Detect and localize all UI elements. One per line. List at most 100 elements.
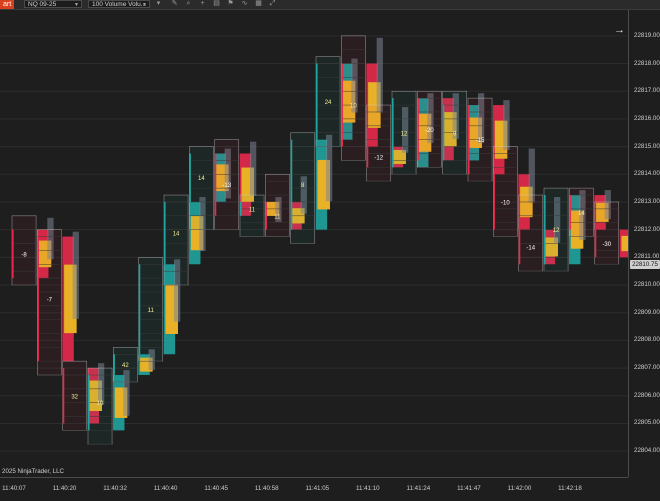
time-label: 11:40:20 (52, 485, 77, 492)
time-label: 11:41:10 (355, 485, 380, 492)
properties-icon[interactable]: ▤ (212, 0, 221, 8)
neutral-volume-column (376, 37, 383, 113)
price-label: 22808.00 (634, 336, 660, 344)
search-icon[interactable]: ⌕ (184, 0, 193, 8)
candle-body-line (468, 105, 470, 175)
candlestick-chart: -8-7321042111414-13111182410-1212-209-15… (0, 35, 637, 452)
delta-label: -20 (425, 128, 434, 134)
bar-type-dropdown-icon[interactable]: ▾ (154, 0, 163, 8)
candle-body-line (214, 153, 217, 216)
fullscreen-icon[interactable]: ⤢ (268, 0, 277, 8)
price-label: 22812.00 (634, 225, 660, 233)
indicator-icon[interactable]: ∿ (240, 0, 249, 8)
drawing-icon[interactable]: ✎ (170, 0, 179, 8)
time-label: 11:42:18 (558, 485, 582, 492)
price-label: 22806.00 (634, 391, 660, 399)
template-icon[interactable]: ▦ (254, 0, 263, 8)
candle-body-line (12, 229, 14, 279)
bar-type-selector[interactable]: 100 Volume Volu... ▼ (88, 0, 150, 8)
delta-label: -30 (602, 242, 611, 248)
price-label: 22804.00 (634, 447, 660, 455)
strategy-icon[interactable]: ⚑ (226, 0, 235, 8)
chart-tab[interactable]: art (0, 0, 15, 9)
price-label: 22819.00 (634, 31, 660, 39)
instrument-selector[interactable]: NQ 09-25 ▼ (24, 0, 82, 8)
footprint-box (366, 104, 392, 182)
copyright-text: 2025 NinjaTrader, LLC (2, 468, 65, 475)
price-label: 22810.00 (634, 281, 660, 289)
delta-label: 14 (173, 232, 180, 238)
candle-body-line (164, 201, 166, 265)
crosshair-icon[interactable]: + (198, 0, 207, 8)
delta-label: 24 (325, 100, 332, 106)
candle-body-line (341, 63, 343, 147)
delta-label: -7 (47, 297, 53, 303)
time-label: 11:40:45 (204, 485, 228, 492)
price-label: 22818.00 (634, 59, 660, 67)
time-label: 11:40:32 (103, 485, 127, 492)
current-price-marker: 22810.75 (630, 259, 660, 269)
time-axis[interactable]: 11:40:07 11:40:20 11:40:32 11:40:40 11:40:45… (0, 477, 628, 501)
time-label: 11:42:00 (507, 485, 532, 492)
candle-body-line (392, 98, 394, 168)
footprint-box (341, 35, 366, 161)
price-label: 22813.00 (634, 197, 660, 205)
candle-body-line (138, 264, 141, 355)
candle-body-line (37, 236, 39, 362)
candle-body-line (290, 139, 293, 230)
delta-label: 11 (148, 308, 155, 314)
candle-body-line (189, 153, 191, 202)
candle-body-line (569, 195, 571, 230)
chart-toolbar: art NQ 09-25 ▼ 100 Volume Volu... ▼ ▾ ✎ … (0, 0, 660, 10)
time-label: 11:41:47 (457, 485, 481, 492)
delta-label: 14 (198, 176, 205, 182)
footprint-box (163, 194, 189, 286)
candle-body-line (62, 368, 65, 424)
chart-canvas[interactable]: -8 -7 32 10 42 11 14 14 -13 11 11 8 24 10 -12 12 -20 9 -15… (0, 10, 637, 477)
candle-body-line (518, 229, 521, 265)
candle-body-line (113, 354, 115, 376)
delta-label: 14 (578, 211, 585, 217)
scroll-right-icon[interactable]: → (614, 24, 625, 36)
instrument-label: NQ 09-25 (28, 1, 57, 8)
footprint-box (518, 194, 544, 272)
price-label: 22817.00 (634, 87, 660, 95)
candle-body-line (493, 174, 495, 230)
candle-body-line (240, 201, 242, 216)
price-label: 22814.00 (634, 170, 660, 178)
time-label: 11:40:40 (153, 485, 178, 492)
bar-type-label: 100 Volume Volu... (92, 1, 147, 8)
delta-label: -13 (222, 183, 231, 189)
chevron-down-icon: ▼ (142, 2, 147, 8)
neutral-volume-column (503, 100, 510, 150)
delta-label: 11 (249, 207, 256, 213)
footprint-box (265, 173, 290, 237)
footprint-box (594, 201, 620, 265)
delta-label: 12 (553, 228, 560, 234)
delta-label: 10 (97, 401, 104, 407)
candle-body-line (544, 195, 546, 265)
neutral-volume-column (528, 148, 535, 203)
candle-body-line (366, 146, 369, 168)
price-label: 22807.00 (634, 364, 660, 372)
footprint-box (493, 146, 518, 237)
price-label: 22809.00 (634, 308, 660, 316)
delta-label: 42 (122, 363, 129, 369)
time-label: 11:41:05 (305, 485, 330, 492)
price-axis[interactable]: 22819.00 22818.00 22817.00 22816.00 22815.00… (628, 10, 660, 477)
delta-label: 11 (274, 214, 281, 220)
delta-label: 10 (350, 104, 357, 110)
neutral-volume-column (72, 231, 79, 319)
delta-label: -12 (374, 155, 383, 161)
footprint-box (239, 194, 265, 237)
price-label: 22805.00 (634, 419, 660, 427)
footprint-box (11, 215, 37, 286)
delta-label: 12 (401, 131, 408, 137)
chevron-down-icon: ▼ (74, 2, 79, 8)
candle-body-line (442, 105, 445, 161)
time-label: 11:41:24 (406, 485, 431, 492)
candle-body-line (316, 63, 318, 140)
delta-label: 32 (71, 394, 78, 400)
delta-label: -10 (501, 200, 510, 206)
price-label: 22815.00 (634, 142, 660, 150)
